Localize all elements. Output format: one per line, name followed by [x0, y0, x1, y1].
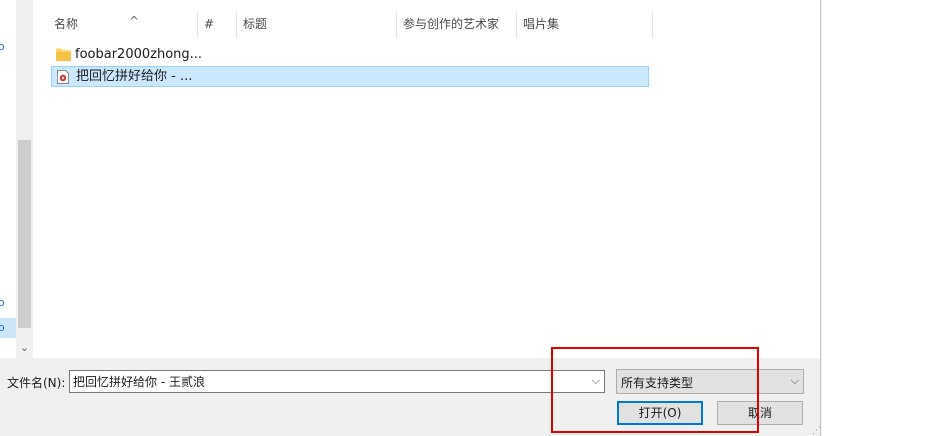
- column-header: 名称 ^ # 标题 参与创作的艺术家 唱片集: [33, 10, 820, 38]
- column-header-number[interactable]: #: [197, 10, 237, 38]
- file-name: 把回忆拼好给你 - ...: [76, 69, 193, 84]
- nav-item-selected-label: o: [0, 321, 5, 334]
- navigation-pane[interactable]: o o o: [0, 0, 16, 358]
- column-label: 标题: [243, 17, 268, 31]
- navigation-scrollbar[interactable]: ⌄: [16, 0, 33, 358]
- nav-item[interactable]: o: [0, 296, 5, 309]
- column-label: #: [204, 17, 215, 31]
- column-header-name[interactable]: 名称 ^: [47, 10, 197, 38]
- nav-item-selected[interactable]: o: [0, 318, 16, 338]
- scrollbar-thumb[interactable]: [18, 140, 31, 328]
- column-label: 名称: [54, 17, 79, 31]
- nav-item[interactable]: o: [0, 40, 5, 53]
- list-item-audio-file[interactable]: 把回忆拼好给你 - ...: [51, 66, 649, 87]
- file-name: foobar2000zhong...: [75, 47, 203, 62]
- column-header-title[interactable]: 标题: [236, 10, 396, 38]
- list-item-folder[interactable]: foobar2000zhong...: [51, 45, 649, 66]
- column-header-album[interactable]: 唱片集: [516, 10, 652, 38]
- filename-input[interactable]: [73, 372, 573, 391]
- chevron-down-icon[interactable]: ⌵: [791, 374, 799, 388]
- filename-combobox[interactable]: ⌵: [69, 370, 605, 393]
- filename-label: 文件名(N):: [7, 376, 66, 390]
- sort-ascending-icon: ^: [129, 14, 140, 28]
- column-label: 参与创作的艺术家: [403, 17, 500, 31]
- column-divider[interactable]: [652, 12, 653, 38]
- highlight-annotation-box: [551, 347, 759, 433]
- file-list[interactable]: 名称 ^ # 标题 参与创作的艺术家 唱片集 foobar2000zhong..…: [33, 0, 820, 358]
- audio-file-icon: [57, 70, 69, 84]
- scroll-down-icon[interactable]: ⌄: [16, 340, 33, 356]
- column-header-artist[interactable]: 参与创作的艺术家: [396, 10, 516, 38]
- column-label: 唱片集: [523, 17, 560, 31]
- dialog-border: [820, 0, 821, 436]
- folder-icon: [56, 48, 71, 61]
